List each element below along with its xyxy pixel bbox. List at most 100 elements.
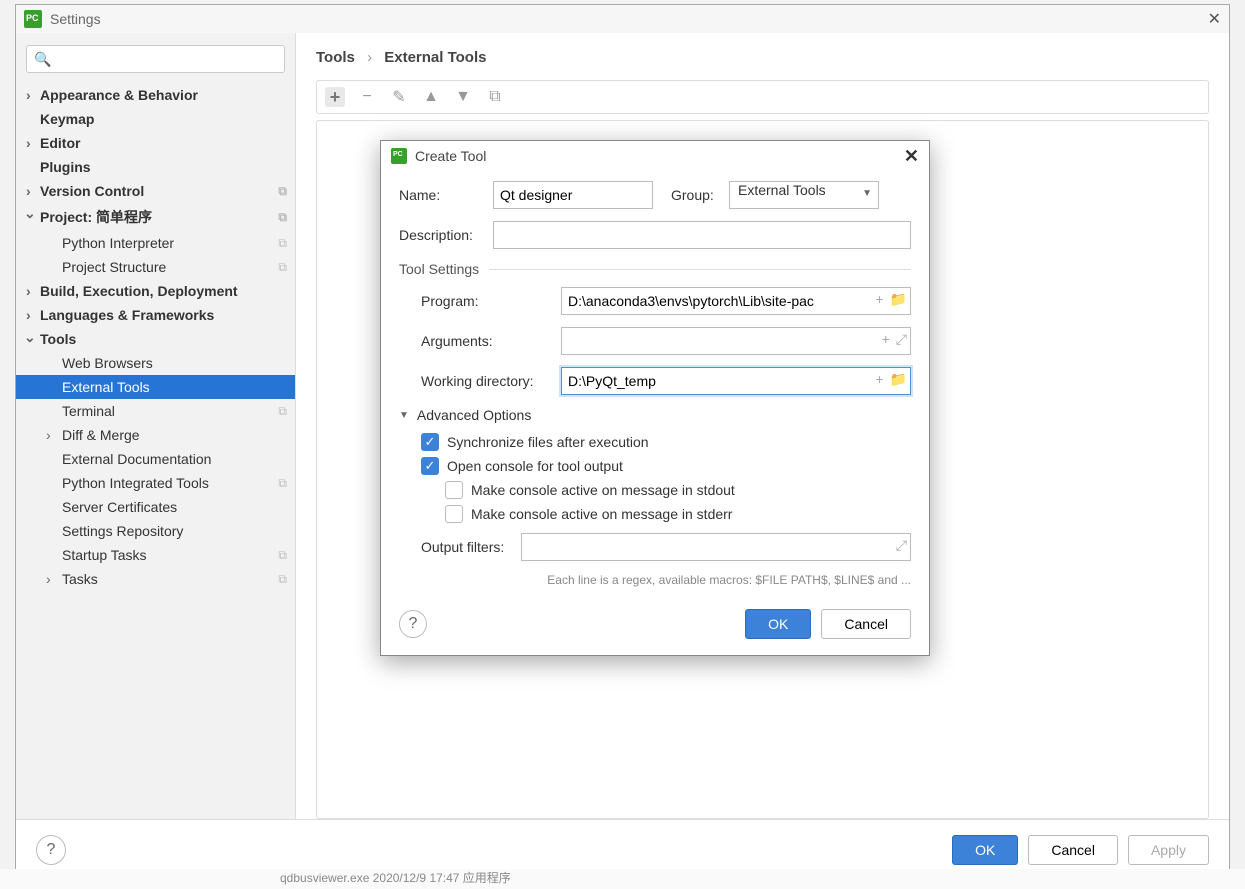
sidebar-item[interactable]: Python Integrated Tools ⧉ bbox=[16, 471, 295, 495]
sidebar-item[interactable]: Plugins bbox=[16, 155, 295, 179]
name-row: Name: Group: External Tools bbox=[399, 181, 911, 209]
ok-button[interactable]: OK bbox=[952, 835, 1018, 865]
checkbox-checked-icon[interactable]: ✓ bbox=[421, 457, 439, 475]
edit-button[interactable]: ✎ bbox=[389, 87, 409, 107]
sidebar-item[interactable]: Settings Repository bbox=[16, 519, 295, 543]
search-input[interactable] bbox=[26, 45, 285, 73]
settings-tree: Appearance & Behavior KeymapEditorPlugins… bbox=[16, 83, 295, 811]
sidebar-item[interactable]: External Tools bbox=[16, 375, 295, 399]
sidebar-item-label: Python Integrated Tools bbox=[62, 475, 209, 491]
apply-button[interactable]: Apply bbox=[1128, 835, 1209, 865]
copy-settings-icon[interactable]: ⧉ bbox=[278, 260, 287, 275]
copy-settings-icon[interactable]: ⧉ bbox=[278, 210, 287, 225]
arguments-input[interactable] bbox=[561, 327, 911, 355]
dialog-ok-button[interactable]: OK bbox=[745, 609, 811, 639]
search-wrap: 🔍 bbox=[16, 41, 295, 83]
arguments-row: Arguments: + ⤢ bbox=[399, 327, 911, 355]
dialog-title: Create Tool bbox=[415, 148, 486, 164]
copy-button[interactable]: ⧉ bbox=[485, 87, 505, 107]
sidebar-item[interactable]: Editor bbox=[16, 131, 295, 155]
sidebar-item[interactable]: Diff & Merge bbox=[16, 423, 295, 447]
browse-folder-icon[interactable]: 📁 bbox=[890, 371, 907, 388]
dialog-close-icon[interactable]: ✕ bbox=[904, 146, 919, 167]
sidebar-item[interactable]: Tools bbox=[16, 327, 295, 351]
move-up-button[interactable]: ▲ bbox=[421, 87, 441, 107]
sidebar-item[interactable]: External Documentation bbox=[16, 447, 295, 471]
sidebar-item-label: Version Control bbox=[40, 183, 144, 199]
dialog-help-button[interactable]: ? bbox=[399, 610, 427, 638]
sidebar-item[interactable]: Terminal ⧉ bbox=[16, 399, 295, 423]
insert-macro-icon[interactable]: + bbox=[875, 371, 883, 388]
sidebar-item[interactable]: Python Interpreter⧉ bbox=[16, 231, 295, 255]
sidebar-item[interactable]: Server Certificates bbox=[16, 495, 295, 519]
copy-settings-icon[interactable]: ⧉ bbox=[278, 236, 287, 251]
dialog-cancel-button[interactable]: Cancel bbox=[821, 609, 911, 639]
sidebar-item-label: Tools bbox=[40, 331, 76, 347]
sidebar-item-label: Languages & Frameworks bbox=[40, 307, 214, 323]
title-bar: Settings ✕ bbox=[16, 5, 1229, 33]
arguments-label: Arguments: bbox=[421, 333, 561, 349]
expand-icon[interactable]: ⤢ bbox=[896, 331, 907, 348]
sidebar-item-label: Appearance & Behavior bbox=[40, 87, 198, 103]
remove-button[interactable]: − bbox=[357, 87, 377, 107]
sidebar-item[interactable]: Project Structure⧉ bbox=[16, 255, 295, 279]
tools-toolbar: + − ✎ ▲ ▼ ⧉ bbox=[316, 80, 1209, 114]
insert-macro-icon[interactable]: + bbox=[875, 291, 883, 308]
sidebar-item-label: Diff & Merge bbox=[62, 427, 140, 443]
checkbox-unchecked-icon[interactable]: ✓ bbox=[445, 481, 463, 499]
sidebar-item-label: Project: 简单程序 bbox=[40, 207, 152, 227]
stderr-row[interactable]: ✓ Make console active on message in stde… bbox=[445, 505, 911, 523]
sidebar-item-label: Tasks bbox=[62, 571, 98, 587]
sidebar-item[interactable]: Tasks ⧉ bbox=[16, 567, 295, 591]
add-button[interactable]: + bbox=[325, 87, 345, 107]
sidebar-item[interactable]: Languages & Frameworks bbox=[16, 303, 295, 327]
close-icon[interactable]: ✕ bbox=[1208, 9, 1221, 29]
dialog-footer: ? OK Cancel bbox=[381, 595, 929, 655]
name-label: Name: bbox=[399, 187, 485, 203]
move-down-button[interactable]: ▼ bbox=[453, 87, 473, 107]
sidebar-item[interactable]: Web Browsers bbox=[16, 351, 295, 375]
sidebar-item[interactable]: Startup Tasks⧉ bbox=[16, 543, 295, 567]
checkbox-checked-icon[interactable]: ✓ bbox=[421, 433, 439, 451]
sidebar-item-label: Terminal bbox=[62, 403, 115, 419]
window-title: Settings bbox=[50, 11, 101, 27]
expand-icon[interactable]: ⤢ bbox=[896, 537, 907, 554]
copy-settings-icon[interactable]: ⧉ bbox=[278, 548, 287, 563]
name-input[interactable] bbox=[493, 181, 653, 209]
sidebar-item-label: External Tools bbox=[62, 379, 150, 395]
copy-settings-icon[interactable]: ⧉ bbox=[278, 476, 287, 491]
breadcrumb-leaf: External Tools bbox=[384, 49, 486, 66]
description-label: Description: bbox=[399, 227, 485, 243]
background-statusbar: qdbusviewer.exe 2020/12/9 17:47 应用程序 bbox=[0, 869, 1245, 889]
sidebar-item-label: Web Browsers bbox=[62, 355, 153, 371]
advanced-options-toggle[interactable]: Advanced Options bbox=[399, 407, 911, 423]
output-filters-label: Output filters: bbox=[421, 539, 521, 555]
help-button[interactable]: ? bbox=[36, 835, 66, 865]
sidebar-item-label: Server Certificates bbox=[62, 499, 177, 515]
program-input[interactable] bbox=[561, 287, 911, 315]
browse-folder-icon[interactable]: 📁 bbox=[890, 291, 907, 308]
breadcrumb-root[interactable]: Tools bbox=[316, 49, 355, 66]
cancel-button[interactable]: Cancel bbox=[1028, 835, 1118, 865]
program-label: Program: bbox=[421, 293, 561, 309]
copy-settings-icon[interactable]: ⧉ bbox=[278, 184, 287, 199]
sidebar-item-label: External Documentation bbox=[62, 451, 211, 467]
description-input[interactable] bbox=[493, 221, 911, 249]
breadcrumb: Tools › External Tools bbox=[316, 49, 1209, 66]
sidebar-item[interactable]: Keymap bbox=[16, 107, 295, 131]
sidebar-item[interactable]: Project: 简单程序 ⧉ bbox=[16, 203, 295, 231]
copy-settings-icon[interactable]: ⧉ bbox=[278, 404, 287, 419]
sync-files-row[interactable]: ✓ Synchronize files after execution bbox=[421, 433, 911, 451]
group-select[interactable]: External Tools bbox=[729, 181, 879, 209]
sidebar-item[interactable]: Version Control ⧉ bbox=[16, 179, 295, 203]
sidebar-item[interactable]: Build, Execution, Deployment bbox=[16, 279, 295, 303]
output-filters-input[interactable] bbox=[521, 533, 911, 561]
workdir-input[interactable] bbox=[561, 367, 911, 395]
copy-settings-icon[interactable]: ⧉ bbox=[278, 572, 287, 587]
create-tool-dialog: Create Tool ✕ Name: Group: External Tool… bbox=[380, 140, 930, 656]
open-console-row[interactable]: ✓ Open console for tool output bbox=[421, 457, 911, 475]
checkbox-unchecked-icon[interactable]: ✓ bbox=[445, 505, 463, 523]
stdout-row[interactable]: ✓ Make console active on message in stdo… bbox=[445, 481, 911, 499]
insert-macro-icon[interactable]: + bbox=[882, 331, 890, 348]
sidebar-item[interactable]: Appearance & Behavior bbox=[16, 83, 295, 107]
